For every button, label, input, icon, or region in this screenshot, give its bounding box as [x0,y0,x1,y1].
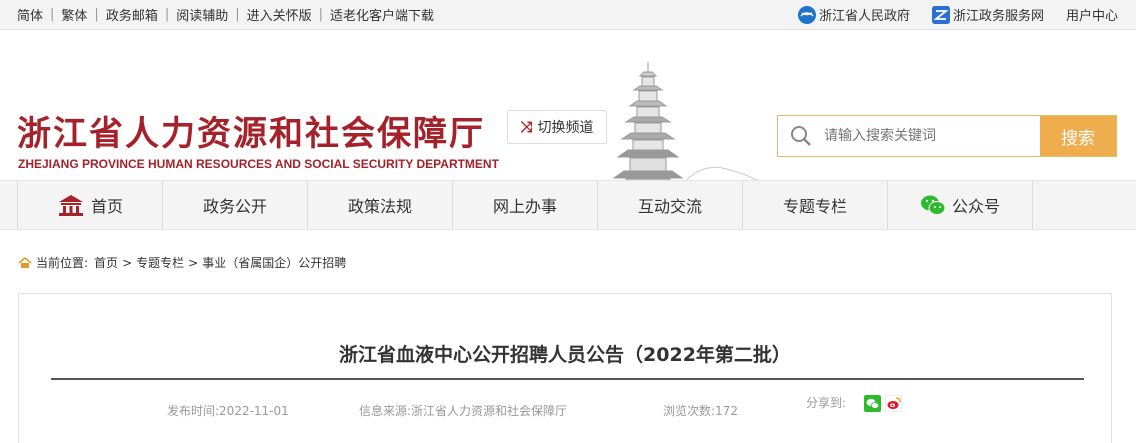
site-logo-en: ZHEJIANG PROVINCE HUMAN RESOURCES AND SO… [18,157,499,171]
divider: | [94,7,99,22]
nav-item-special-topics[interactable]: 专题专栏 [743,181,888,229]
search-input[interactable] [824,116,1040,156]
top-right-links: 浙江省人民政府 浙江政务服务网 用户中心 [776,5,1118,24]
link-gov-mail[interactable]: 政务邮箱 [106,5,158,24]
shuffle-icon: ⤨ [520,118,533,136]
site-logo-cn[interactable]: 浙江省人力资源和社会保障厅 [17,106,485,155]
home-icon [18,256,32,269]
search-button[interactable]: 搜索 [1040,116,1116,156]
breadcrumb-item-recruitment[interactable]: 事业（省属国企）公开招聘 [202,254,346,271]
article-panel: 浙江省血液中心公开招聘人员公告（2022年第二批） 发布时间:2022-11-0… [18,293,1112,443]
breadcrumb-separator: > [122,255,133,270]
nav-item-interaction[interactable]: 互动交流 [598,181,743,229]
breadcrumb: 当前位置: 首页 > 专题专栏 > 事业（省属国企）公开招聘 [18,254,346,271]
nav-item-online-service[interactable]: 网上办事 [453,181,598,229]
nav-item-wechat-account[interactable]: 公众号 [888,181,1033,229]
share-wechat-icon[interactable] [864,395,881,412]
divider: | [164,7,170,22]
globe-icon [797,5,816,24]
share-weibo-icon[interactable] [885,395,902,412]
user-center-link[interactable]: 用户中心 [1066,5,1118,24]
main-nav: 首页 政务公开 政策法规 网上办事 互动交流 专题专栏 公众号 [0,180,1136,230]
site-header: 浙江省人力资源和社会保障厅 ZHEJIANG PROVINCE HUMAN RE… [0,30,1136,205]
info-source: 信息来源:浙江省人力资源和社会保障厅 [359,404,568,418]
switch-channel-button[interactable]: ⤨ 切换频道 [507,110,607,144]
switch-channel-label: 切换频道 [537,120,594,136]
view-count: 浏览次数:172 [663,404,738,418]
link-simplified[interactable]: 简体 [17,5,43,24]
wechat-icon [920,194,946,216]
share-label: 分享到: [806,396,847,410]
nav-item-policy[interactable]: 政策法规 [308,181,453,229]
article-title: 浙江省血液中心公开招聘人员公告（2022年第二批） [339,344,791,366]
top-bar: 简体 | 繁体 | 政务邮箱 | 阅读辅助 | 进入关怀版 | 适老化客户端下载… [0,0,1136,30]
service-logo-icon [931,5,950,24]
search-icon [778,116,824,156]
nav-label-wechat: 公众号 [951,197,1000,216]
link-traditional[interactable]: 繁体 [61,5,87,24]
divider: | [318,7,324,22]
top-links: 简体 | 繁体 | 政务邮箱 | 阅读辅助 | 进入关怀版 | 适老化客户端下载 [17,5,434,24]
gov-portal-link[interactable]: 浙江省人民政府 [797,5,910,24]
title-divider [51,378,1084,380]
divider: | [50,7,55,22]
nav-label-home: 首页 [90,197,123,216]
gov-service-label: 浙江政务服务网 [952,9,1044,24]
gov-portal-label: 浙江省人民政府 [818,9,910,24]
link-reading-aid[interactable]: 阅读辅助 [176,5,228,24]
breadcrumb-item-topics[interactable]: 专题专栏 [136,254,184,271]
nav-item-home[interactable]: 首页 [18,181,163,229]
link-care-version[interactable]: 进入关怀版 [247,5,312,24]
breadcrumb-separator: > [188,255,199,270]
search-bar: 搜索 [777,115,1117,157]
link-elderly-client[interactable]: 适老化客户端下载 [330,5,434,24]
publish-time: 发布时间:2022-11-01 [167,404,289,418]
gov-service-link[interactable]: 浙江政务服务网 [931,5,1044,24]
nav-item-gov-affairs[interactable]: 政务公开 [163,181,308,229]
breadcrumb-label: 当前位置: [36,256,89,270]
divider: | [235,7,240,22]
breadcrumb-item-home[interactable]: 首页 [94,254,118,271]
home-building-icon [57,194,85,216]
